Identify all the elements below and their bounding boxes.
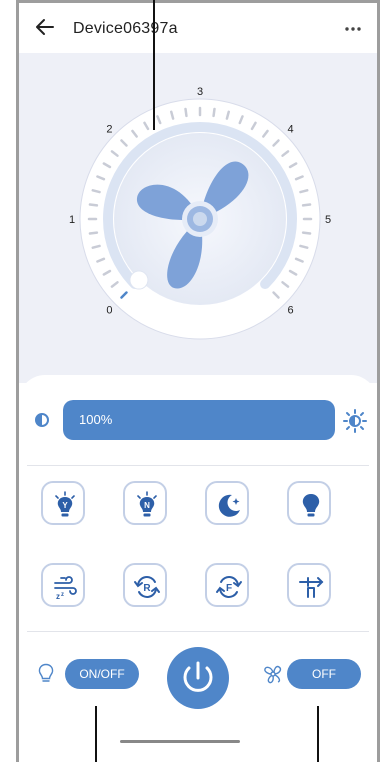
dial-label: 1: [69, 214, 75, 226]
dial-tick: [212, 107, 216, 118]
rotate-r-icon: R: [134, 576, 160, 598]
svg-text:z: z: [61, 592, 64, 598]
annotation-line-fan-toggle: [317, 706, 319, 762]
dial-tick: [88, 231, 99, 235]
dial-tick: [299, 244, 309, 249]
moon-icon: [218, 494, 240, 517]
power-button[interactable]: [167, 647, 229, 709]
fan-toggle-button[interactable]: OFF: [287, 659, 361, 689]
light-neutral-button[interactable]: N: [123, 481, 167, 525]
breeze-mode-button[interactable]: z z: [41, 563, 85, 607]
bulb-outline-icon: [38, 663, 54, 682]
header: Device06397a: [19, 3, 377, 53]
dial-tick: [225, 110, 230, 120]
device-screen: Device06397a 0 1 2 3 4 5 6 100% Y N z z …: [19, 3, 377, 762]
dial-tick: [299, 189, 309, 194]
swing-icon: [299, 577, 324, 598]
reverse-button[interactable]: R: [123, 563, 167, 607]
fan-outline-icon: [264, 665, 282, 684]
svg-text:R: R: [143, 583, 151, 594]
back-button[interactable]: [33, 15, 57, 39]
light-toggle-button[interactable]: ON/OFF: [65, 659, 139, 689]
wind-sleep-icon: z z: [54, 576, 77, 601]
svg-text:F: F: [226, 583, 232, 594]
divider: [27, 631, 369, 632]
bulb-n-icon: N: [137, 491, 157, 517]
dial-tick: [88, 203, 99, 207]
dial-label: 3: [197, 86, 203, 98]
dial-tick: [170, 110, 175, 120]
more-horizontal-icon: [345, 27, 361, 31]
dial-tick: [301, 231, 312, 235]
dial-label: 4: [287, 123, 293, 135]
page-title: Device06397a: [73, 20, 178, 37]
bulb-y-icon: Y: [55, 491, 75, 517]
power-icon: [183, 661, 213, 692]
dial-label: 0: [106, 305, 112, 317]
dial-tick: [91, 189, 101, 194]
brightness-slider[interactable]: 100%: [63, 400, 335, 440]
dial-tick: [301, 203, 312, 207]
forward-button[interactable]: F: [205, 563, 249, 607]
dial-label: 5: [325, 214, 331, 226]
dial-label: 2: [106, 123, 112, 135]
light-bulb-button[interactable]: [287, 481, 331, 525]
brightness-low-icon: [35, 413, 49, 427]
rotate-f-icon: F: [216, 576, 242, 598]
annotation-line-dial: [153, 0, 155, 130]
night-mode-button[interactable]: [205, 481, 249, 525]
home-indicator: [120, 740, 240, 743]
svg-text:z: z: [56, 592, 60, 601]
bulb-icon: [302, 494, 320, 517]
light-yellow-button[interactable]: Y: [41, 481, 85, 525]
dial-label: 6: [287, 305, 293, 317]
svg-text:Y: Y: [62, 501, 68, 510]
dial-tick: [91, 244, 101, 249]
arrow-left-icon: [36, 19, 54, 35]
frame-right: [377, 0, 380, 762]
speed-dial[interactable]: 0 1 2 3 4 5 6: [19, 53, 377, 383]
speed-knob[interactable]: [129, 270, 149, 290]
svg-text:N: N: [144, 501, 150, 510]
divider: [27, 465, 369, 466]
brightness-value: 100%: [79, 412, 113, 427]
brightness-high-icon: [343, 409, 367, 433]
more-button[interactable]: [343, 18, 363, 38]
speed-dial-area: 0 1 2 3 4 5 6: [19, 53, 377, 383]
control-panel: 100% Y N z z R F ON/OFF OFF: [19, 375, 377, 762]
bottom-controls: ON/OFF OFF: [19, 633, 377, 733]
dial-tick: [184, 107, 188, 118]
annotation-line-light-toggle: [95, 706, 97, 762]
swing-button[interactable]: [287, 563, 331, 607]
brightness-row: 100%: [19, 397, 377, 443]
